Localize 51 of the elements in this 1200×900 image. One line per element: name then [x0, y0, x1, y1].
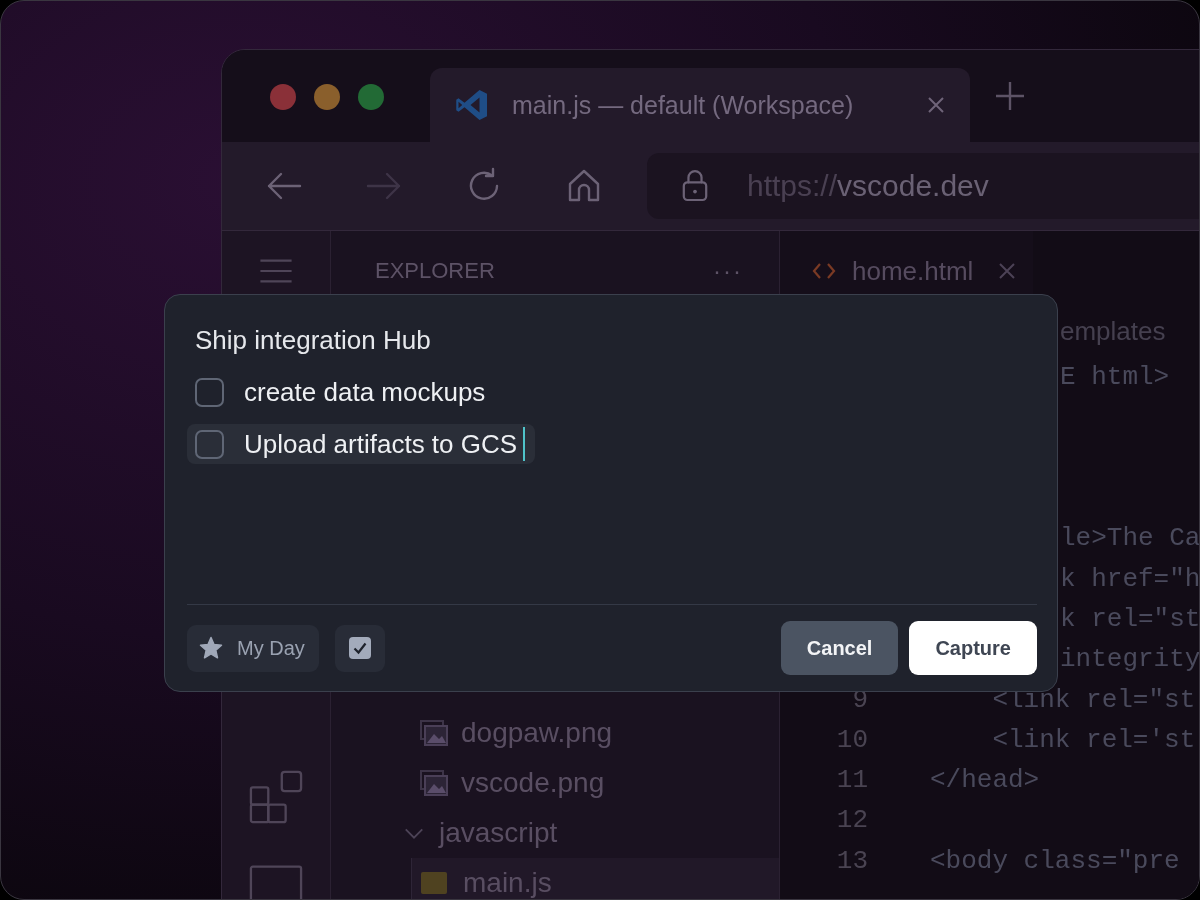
task-title: Ship integration Hub [194, 325, 432, 356]
text-cursor [523, 427, 526, 461]
code-line: integrity [1060, 644, 1199, 675]
tab-title: home.html [852, 255, 974, 287]
js-file-icon [421, 872, 447, 894]
browser-tab[interactable]: main.js — default (Workspace) [430, 68, 970, 142]
task-toggle-button[interactable] [334, 624, 385, 672]
panel-icon[interactable] [249, 862, 303, 899]
window-control[interactable] [314, 84, 340, 110]
tab-title: main.js — default (Workspace) [512, 90, 855, 120]
new-tab-icon[interactable] [995, 81, 1025, 111]
checkbox[interactable] [195, 377, 224, 407]
code-line: <link rel='st [991, 724, 1196, 755]
file-tree-item[interactable]: vscode.png [331, 758, 779, 808]
file-tree-item[interactable]: javascript [331, 808, 779, 858]
lock-icon [681, 169, 709, 203]
line-number: 11 [835, 765, 868, 796]
file-tree-item[interactable]: dogpaw.png [331, 708, 779, 758]
window-control[interactable] [270, 84, 296, 110]
more-button[interactable]: ··· [713, 257, 743, 285]
my-day-button[interactable]: My Day [187, 624, 319, 672]
file-tree-item[interactable]: main.js [412, 858, 779, 899]
address-bar[interactable]: https://vscode.dev [647, 153, 1199, 219]
task-text: create data mockups [244, 376, 486, 408]
code-line: E html> [1060, 362, 1170, 393]
capture-button[interactable]: Capture [909, 621, 1037, 675]
panel-title: EXPLORER [375, 258, 496, 284]
window-control[interactable] [358, 84, 384, 110]
line-number: 10 [835, 724, 868, 755]
code-line: <body class="pre [930, 845, 1180, 876]
close-icon[interactable] [926, 95, 946, 115]
line-number: 12 [835, 805, 868, 836]
url-text: vscode.dev [837, 169, 989, 203]
code-line: </head> [930, 765, 1040, 796]
task-input-row[interactable]: Upload artifacts to GCS [187, 424, 536, 464]
star-icon [199, 636, 223, 660]
code-brackets-icon [812, 261, 836, 281]
url-text: https:// [747, 169, 838, 203]
task-text: Upload artifacts to GCS [244, 428, 518, 460]
code-line: le>The Ca [1060, 523, 1199, 554]
code-line: k rel="st [1060, 603, 1199, 634]
cancel-button[interactable]: Cancel [780, 621, 899, 675]
checkbox[interactable] [195, 429, 224, 459]
image-file-icon [419, 719, 449, 747]
line-number: 13 [835, 845, 868, 876]
code-line: k href="h [1060, 563, 1199, 594]
image-file-icon [419, 769, 449, 797]
code-logo-icon [454, 87, 490, 123]
close-icon[interactable] [997, 261, 1018, 281]
menu-icon[interactable] [258, 258, 294, 284]
extensions-icon[interactable] [249, 770, 303, 824]
